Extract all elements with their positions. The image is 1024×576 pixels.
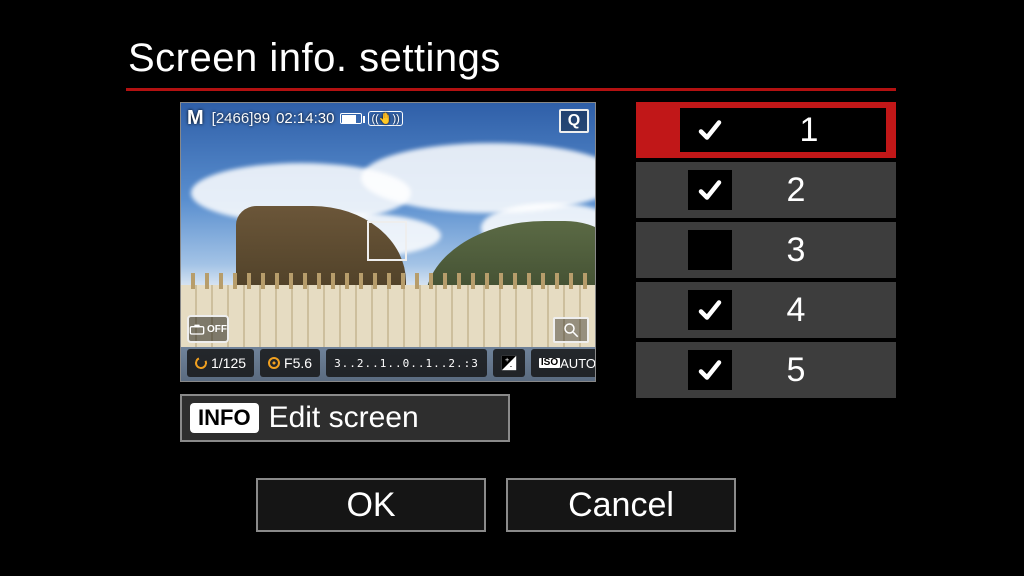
title-divider: [126, 88, 896, 91]
edit-screen-label: Edit screen: [269, 401, 419, 435]
screen-option-1[interactable]: 1: [636, 102, 896, 158]
page-title: Screen info. settings: [128, 36, 501, 81]
burst-count: 99: [253, 110, 270, 127]
screen-preview: M [2466] 99 02:14:30 ((🤚)) Q OFF 1/125 F…: [180, 102, 596, 382]
info-badge: INFO: [190, 403, 259, 433]
rec-time: 02:14:30: [276, 110, 334, 127]
town: [181, 285, 595, 349]
af-point-box: [367, 221, 407, 261]
hud-bottom: 1/125 F5.6 3..2..1..0..1..2.:3 +- ISOAUT…: [187, 349, 589, 377]
exposure-comp-icon: +-: [493, 349, 525, 377]
shutter-speed: 1/125: [187, 349, 254, 377]
touch-shutter-off-icon: OFF: [187, 315, 229, 343]
screen-option-2[interactable]: 2: [636, 162, 896, 218]
edit-screen-button[interactable]: INFO Edit screen: [180, 394, 510, 442]
screen-option-3[interactable]: 3: [636, 222, 896, 278]
aperture-dial-icon: [268, 357, 280, 369]
option-number: 1: [732, 111, 886, 150]
stabilizer-icon: ((🤚)): [368, 111, 402, 126]
option-number: 4: [636, 291, 896, 330]
screen-options-list: 1 2 3 4 5: [636, 102, 896, 402]
cancel-button[interactable]: Cancel: [506, 478, 736, 532]
q-menu-icon: Q: [559, 109, 589, 133]
screen-option-4[interactable]: 4: [636, 282, 896, 338]
screen-option-5[interactable]: 5: [636, 342, 896, 398]
hud-top: M [2466] 99 02:14:30 ((🤚)): [187, 107, 589, 129]
magnify-icon: [553, 317, 589, 343]
aperture: F5.6: [260, 349, 320, 377]
option-number: 2: [636, 171, 896, 210]
main-dial-icon: [193, 355, 208, 370]
ok-button[interactable]: OK: [256, 478, 486, 532]
iso-value: ISOAUTO: [531, 349, 596, 377]
svg-text:+: +: [505, 355, 509, 364]
option-number: 3: [636, 231, 896, 270]
shots-remaining: [2466]: [212, 110, 254, 127]
option-number: 5: [636, 351, 896, 390]
checkbox: [688, 110, 732, 150]
battery-icon: [340, 113, 362, 124]
shooting-mode: M: [187, 107, 204, 130]
exposure-scale: 3..2..1..0..1..2.:3: [326, 349, 487, 377]
